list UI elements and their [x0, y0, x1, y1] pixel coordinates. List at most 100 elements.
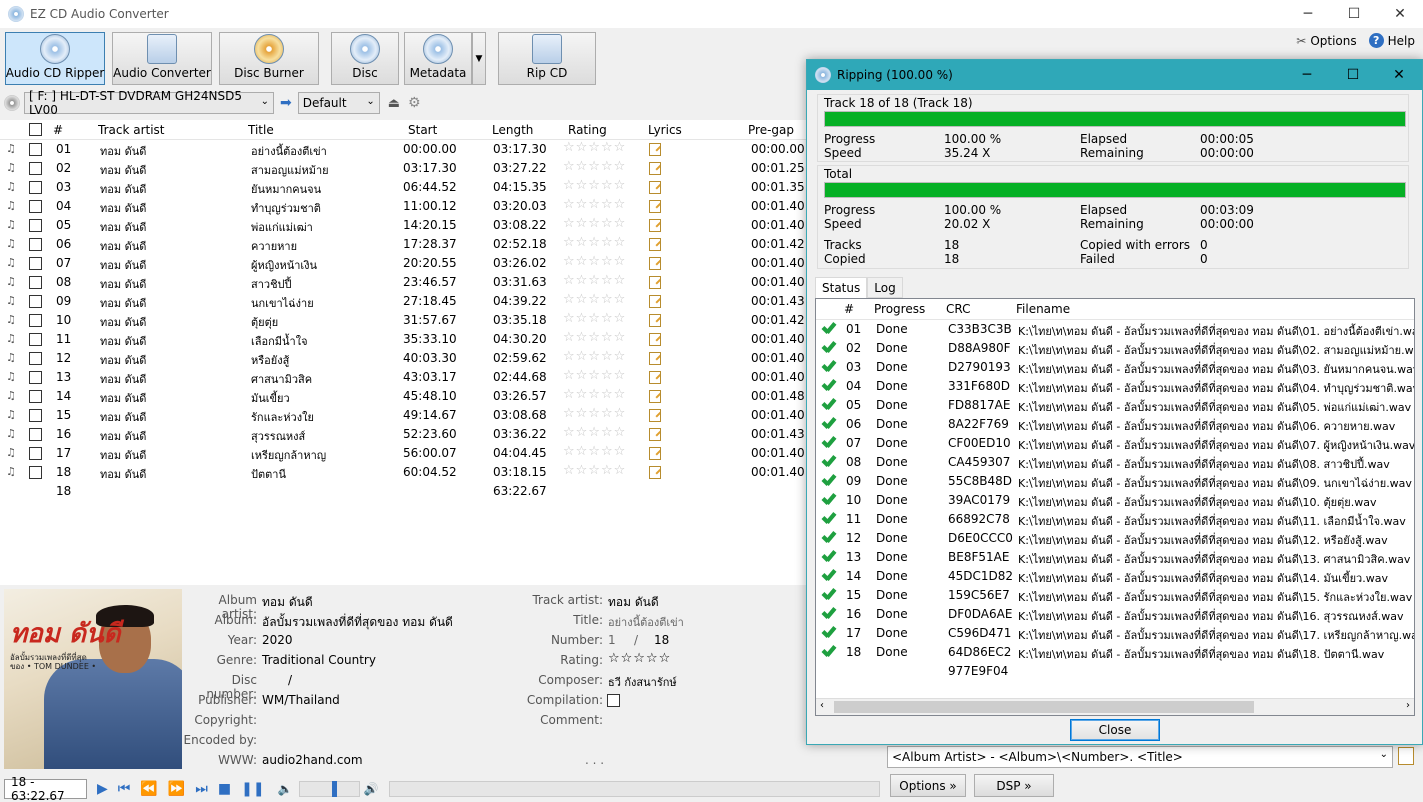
- drive-select[interactable]: [ F: ] HL-DT-ST DVDRAM GH24NSD5 LV00 ⌄: [24, 89, 274, 117]
- track-rating-stars[interactable]: ☆☆☆☆☆: [563, 273, 626, 288]
- lyrics-icon[interactable]: [649, 219, 661, 232]
- lyrics-icon[interactable]: [649, 143, 661, 156]
- dialog-minimize-button[interactable]: ─: [1284, 60, 1330, 90]
- status-row[interactable]: 18 Done 64D86EC2 K:\ไทย\ท\ทอม ดันดี - อัลบั…: [816, 643, 1414, 662]
- track-rating-stars[interactable]: ☆☆☆☆☆: [563, 235, 626, 250]
- track-title[interactable]: สามอญแม่หม้าย: [251, 161, 329, 179]
- track-title[interactable]: พ่อแก่แม่เฒ่า: [251, 218, 313, 236]
- minimize-button[interactable]: ─: [1285, 0, 1331, 28]
- status-row[interactable]: 14 Done 45DC1D82 K:\ไทย\ท\ทอม ดันดี - อัลบั…: [816, 567, 1414, 586]
- lyrics-icon[interactable]: [649, 447, 661, 460]
- album-artist-field[interactable]: ทอม ดันดี: [262, 593, 313, 612]
- track-rating-stars[interactable]: ☆☆☆☆☆: [563, 178, 626, 193]
- header-length[interactable]: Length: [492, 123, 533, 137]
- status-row[interactable]: 08 Done CA459307 K:\ไทย\ท\ทอม ดันดี - อัลบั…: [816, 453, 1414, 472]
- header-num[interactable]: #: [53, 123, 63, 137]
- composer-field[interactable]: ธวี กังสนารักษ์: [608, 673, 677, 691]
- lyrics-icon[interactable]: [649, 238, 661, 251]
- track-rating-stars[interactable]: ☆☆☆☆☆: [563, 368, 626, 383]
- track-checkbox[interactable]: [29, 314, 42, 327]
- profile-select[interactable]: Default ⌄: [297, 92, 380, 114]
- header-start[interactable]: Start: [408, 123, 437, 137]
- metadata-button[interactable]: Metadata: [404, 32, 472, 85]
- track-title[interactable]: ผู้หญิงหน้าเงิน: [251, 256, 317, 274]
- track-title[interactable]: ทำบุญร่วมชาติ: [251, 199, 321, 217]
- track-rating-stars[interactable]: ☆☆☆☆☆: [563, 406, 626, 421]
- track-rating-stars[interactable]: ☆☆☆☆☆: [563, 292, 626, 307]
- status-row[interactable]: 05 Done FD8817AE K:\ไทย\ท\ทอม ดันดี - อัลบั…: [816, 396, 1414, 415]
- track-rating-stars[interactable]: ☆☆☆☆☆: [563, 444, 626, 459]
- fast-forward-icon[interactable]: ⏩: [168, 781, 185, 797]
- track-checkbox[interactable]: [29, 352, 42, 365]
- status-row[interactable]: 10 Done 39AC0179 K:\ไทย\ท\ทอม ดันดี - อัลบั…: [816, 491, 1414, 510]
- track-title[interactable]: มันเขี้ยว: [251, 389, 290, 407]
- lyrics-icon[interactable]: [649, 352, 661, 365]
- track-artist-field[interactable]: ทอม ดันดี: [608, 593, 659, 612]
- tab-status[interactable]: Status: [815, 277, 868, 299]
- settings-gear-icon[interactable]: ⚙: [408, 95, 421, 111]
- track-rating-stars[interactable]: ☆☆☆☆☆: [563, 159, 626, 174]
- track-row[interactable]: ♫ 01 ทอม ดันดี อย่างนี้ต้องตีเข่า 00:00.00 03…: [0, 140, 806, 159]
- track-title[interactable]: ตุ้ยตุ่ย: [251, 313, 278, 331]
- play-icon[interactable]: ▶: [97, 781, 108, 797]
- track-artist[interactable]: ทอม ดันดี: [100, 180, 146, 198]
- track-checkbox[interactable]: [29, 447, 42, 460]
- metadata-dropdown-arrow[interactable]: ▼: [472, 32, 486, 85]
- track-rating-stars[interactable]: ☆☆☆☆☆: [563, 197, 626, 212]
- track-checkbox[interactable]: [29, 143, 42, 156]
- rewind-icon[interactable]: ⏪: [140, 781, 157, 797]
- status-row[interactable]: 04 Done 331F680D K:\ไทย\ท\ทอม ดันดี - อัลบั…: [816, 377, 1414, 396]
- track-rating-stars[interactable]: ☆☆☆☆☆: [563, 254, 626, 269]
- tab-log[interactable]: Log: [867, 277, 903, 298]
- status-row[interactable]: 01 Done C33B3C3B K:\ไทย\ท\ทอม ดันดี - อัลบั…: [816, 320, 1414, 339]
- track-title[interactable]: ศาสนามิวสิค: [251, 370, 312, 388]
- track-checkbox[interactable]: [29, 295, 42, 308]
- track-row[interactable]: ♫ 12 ทอม ดันดี หรือยังสู้ 40:03.30 02:59.62 ☆☆…: [0, 349, 806, 368]
- track-row[interactable]: ♫ 13 ทอม ดันดี ศาสนามิวสิค 43:03.17 02:44.68 ☆…: [0, 368, 806, 387]
- track-checkbox[interactable]: [29, 238, 42, 251]
- track-artist[interactable]: ทอม ดันดี: [100, 389, 146, 407]
- options-menu[interactable]: ✂ Options: [1296, 34, 1356, 48]
- track-title[interactable]: เลือกมีน้ำใจ: [251, 332, 308, 350]
- header-pregap[interactable]: Pre-gap: [748, 123, 794, 137]
- track-row[interactable]: ♫ 16 ทอม ดันดี สุวรรณหงส์ 52:23.60 03:36.22 ☆☆…: [0, 425, 806, 444]
- track-artist[interactable]: ทอม ดันดี: [100, 256, 146, 274]
- pause-icon[interactable]: ❚❚: [241, 781, 264, 797]
- status-row[interactable]: 09 Done 55C8B48D K:\ไทย\ท\ทอม ดันดี - อัลบั…: [816, 472, 1414, 491]
- horizontal-scrollbar[interactable]: ‹ ›: [816, 698, 1414, 715]
- track-checkbox[interactable]: [29, 371, 42, 384]
- track-row[interactable]: ♫ 17 ทอม ดันดี เหรียญกล้าหาญ 56:00.07 04:04.4…: [0, 444, 806, 463]
- track-title[interactable]: สุวรรณหงส์: [251, 427, 305, 445]
- compilation-checkbox[interactable]: [607, 694, 620, 707]
- status-row[interactable]: 15 Done 159C56E7 K:\ไทย\ท\ทอม ดันดี - อัลบั…: [816, 586, 1414, 605]
- track-artist[interactable]: ทอม ดันดี: [100, 408, 146, 426]
- status-row[interactable]: 02 Done D88A980F K:\ไทย\ท\ทอม ดันดี - อัลบั…: [816, 339, 1414, 358]
- options-button[interactable]: Options »: [890, 774, 966, 797]
- select-all-checkbox[interactable]: [29, 123, 42, 136]
- track-artist[interactable]: ทอม ดันดี: [100, 351, 146, 369]
- track-title[interactable]: นกเขาไฉ่ง่าย: [251, 294, 314, 312]
- header-lyrics[interactable]: Lyrics: [648, 123, 682, 137]
- track-row[interactable]: ♫ 08 ทอม ดันดี สาวชิปปี้ 23:46.57 03:31.63 ☆☆☆…: [0, 273, 806, 292]
- track-row[interactable]: ♫ 10 ทอม ดันดี ตุ้ยตุ่ย 31:57.67 03:35.18 ☆☆☆☆…: [0, 311, 806, 330]
- status-row[interactable]: 13 Done BE8F51AE K:\ไทย\ท\ทอม ดันดี - อัลบั…: [816, 548, 1414, 567]
- lyrics-icon[interactable]: [649, 162, 661, 175]
- track-title[interactable]: เหรียญกล้าหาญ: [251, 446, 326, 464]
- track-rating-stars[interactable]: ☆☆☆☆☆: [563, 216, 626, 231]
- track-row[interactable]: ♫ 03 ทอม ดันดี ยันหมากคนจน 06:44.52 04:15.35 ☆…: [0, 178, 806, 197]
- next-track-icon[interactable]: ⏭: [195, 781, 208, 797]
- track-row[interactable]: ♫ 05 ทอม ดันดี พ่อแก่แม่เฒ่า 14:20.15 03:08.2…: [0, 216, 806, 235]
- track-title[interactable]: รักและห่วงใย: [251, 408, 314, 426]
- previous-track-icon[interactable]: ⏮: [118, 781, 131, 797]
- dialog-maximize-button[interactable]: ☐: [1330, 60, 1376, 90]
- track-artist[interactable]: ทอม ดันดี: [100, 142, 146, 160]
- track-artist[interactable]: ทอม ดันดี: [100, 446, 146, 464]
- track-title[interactable]: หรือยังสู้: [251, 351, 289, 369]
- track-artist[interactable]: ทอม ดันดี: [100, 370, 146, 388]
- status-row[interactable]: 17 Done C596D471 K:\ไทย\ท\ทอม ดันดี - อัลบั…: [816, 624, 1414, 643]
- track-artist[interactable]: ทอม ดันดี: [100, 313, 146, 331]
- edit-pattern-icon[interactable]: [1398, 747, 1414, 765]
- track-title[interactable]: ปัตตานี: [251, 465, 286, 483]
- year-field[interactable]: 2020: [262, 633, 293, 647]
- track-rating-stars[interactable]: ☆☆☆☆☆: [563, 330, 626, 345]
